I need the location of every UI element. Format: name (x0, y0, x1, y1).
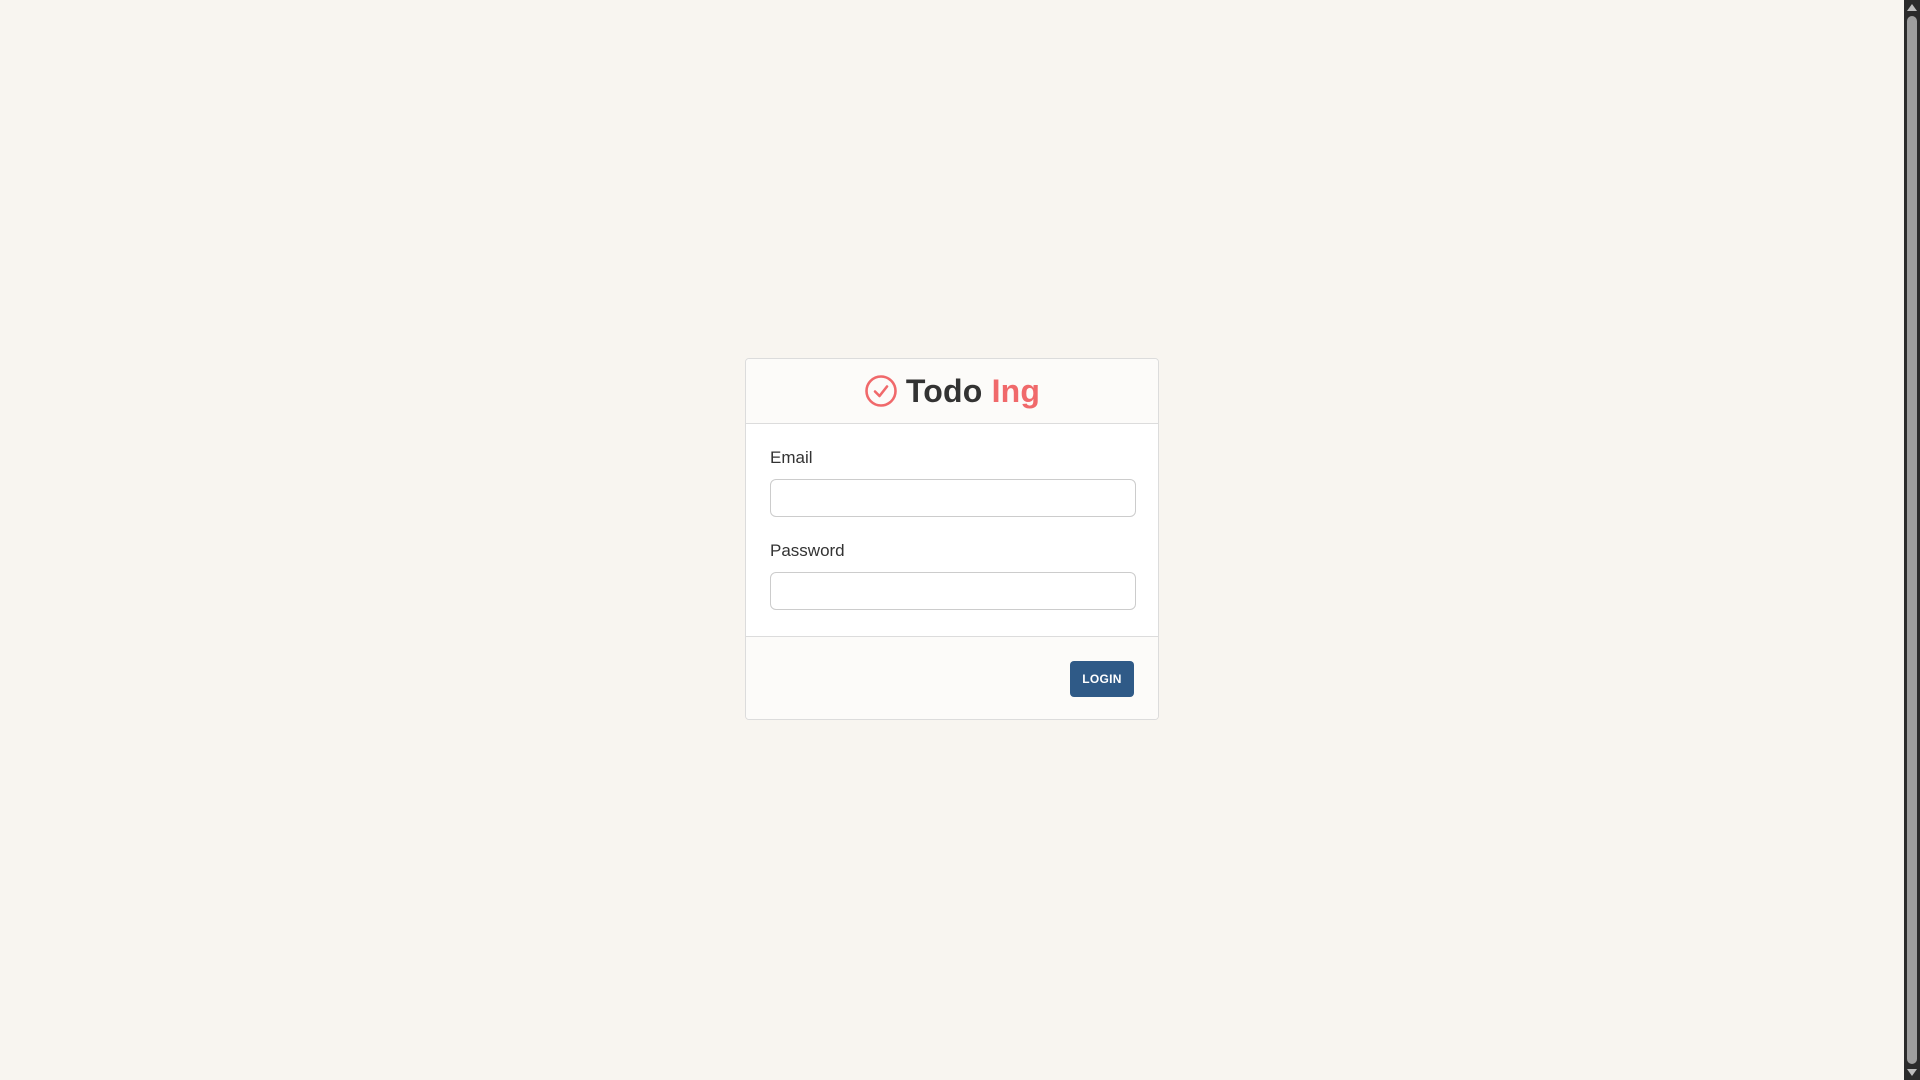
email-label: Email (770, 448, 813, 467)
app-logo-text: Todo Ing (906, 375, 1040, 407)
login-form: Email Password (746, 424, 1158, 637)
login-card: Todo Ing Email Password LOGIN (745, 358, 1159, 720)
brand-name: Todo (905, 373, 983, 409)
page: Todo Ing Email Password LOGIN (0, 0, 1904, 1080)
vertical-scrollbar[interactable] (1904, 0, 1920, 1080)
password-field-group: Password (770, 541, 1136, 610)
card-footer: LOGIN (746, 637, 1158, 719)
card-header: Todo Ing (746, 359, 1158, 424)
login-button[interactable]: LOGIN (1070, 661, 1134, 697)
email-field-group: Email (770, 448, 1136, 517)
scroll-up-arrow-icon[interactable] (1907, 4, 1917, 11)
check-circle-icon (864, 374, 898, 408)
password-input[interactable] (770, 572, 1136, 610)
brand-name-accent: Ing (991, 373, 1041, 409)
scroll-down-arrow-icon[interactable] (1907, 1069, 1917, 1076)
scrollbar-thumb[interactable] (1907, 16, 1917, 1064)
email-input[interactable] (770, 479, 1136, 517)
password-label: Password (770, 541, 845, 560)
